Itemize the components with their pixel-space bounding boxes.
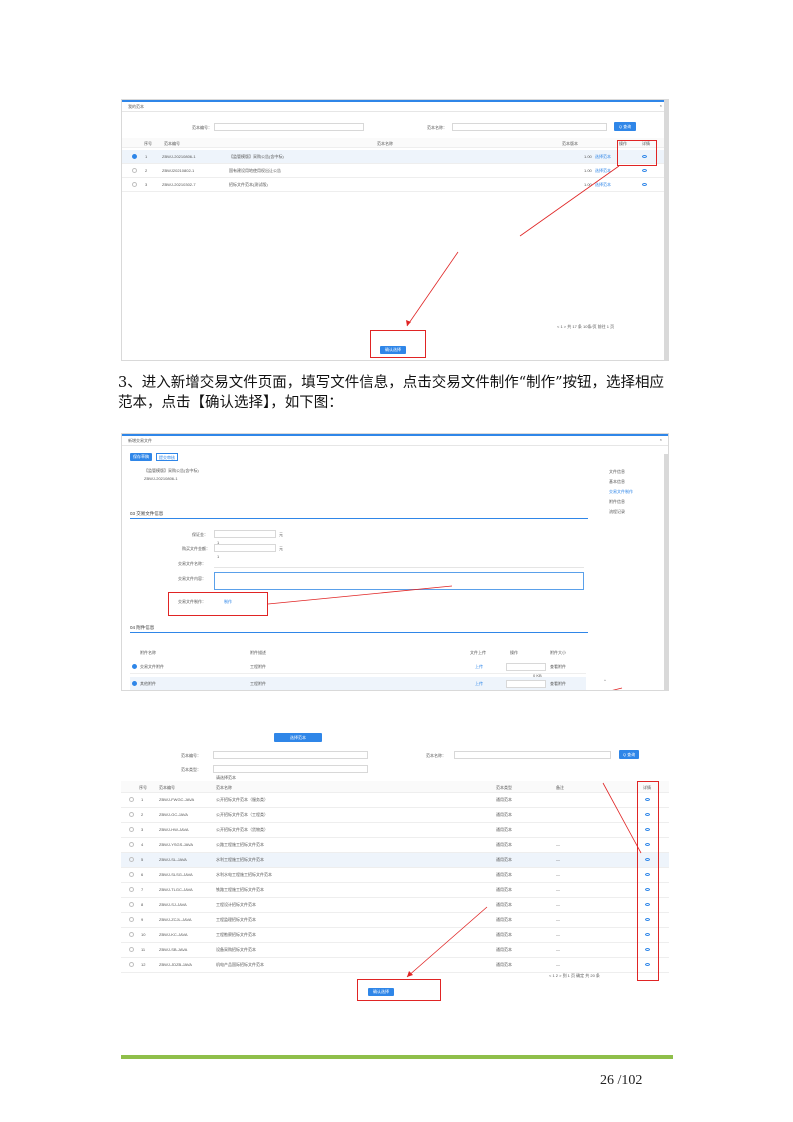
scroll-top-icon[interactable]: ^ <box>604 678 606 683</box>
annotation-arrow <box>267 585 453 605</box>
screenshot-new-trade-file: 新增交易文件 × 保存草稿 提交审核 【监管模版】采购公告(含中标) ZBWJ-… <box>121 433 669 691</box>
annotation-arrow-2 <box>612 687 623 690</box>
annotation-arrowhead <box>407 971 413 977</box>
annotation-arrows <box>406 165 620 327</box>
scrollbar[interactable] <box>664 100 668 360</box>
annotation-arrow-1 <box>519 165 620 237</box>
annotation-arrow-2 <box>406 906 488 978</box>
annotation-arrows <box>267 585 623 690</box>
annotation-arrow-1 <box>602 782 642 854</box>
page-number: 26 /102 <box>600 1073 643 1088</box>
annotation-arrows <box>406 782 642 978</box>
instruction-paragraph: 3、进入新增交易文件页面，填写文件信息，点击交易文件制作“制作”按钮，选择相应范… <box>118 375 665 411</box>
footer-rule <box>121 1055 673 1059</box>
attachment-size: 0 KB <box>507 690 542 691</box>
screenshot-select-template: 选择范本 范本编号： 范本名称： Q 查询 范本类型： 请选择范本 序号 范本编… <box>121 733 669 1008</box>
annotation-arrow-2 <box>406 251 459 327</box>
screenshot-template-selection: 我的范本 × 范本编号： 范本名称： Q 查询 序号 范本编号 范本名称 范本版… <box>121 99 669 361</box>
scrollbar[interactable] <box>664 454 668 690</box>
